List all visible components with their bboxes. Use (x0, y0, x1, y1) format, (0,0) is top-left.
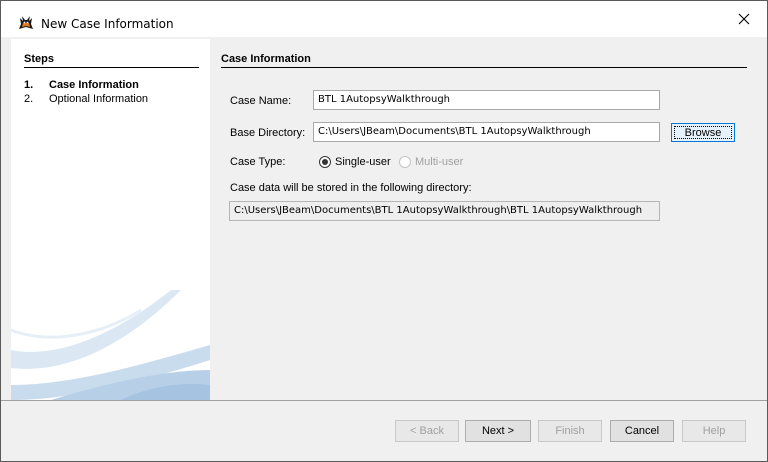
finish-button-label: Finish (555, 425, 585, 437)
cancel-button-label: Cancel (624, 425, 660, 437)
multi-user-label[interactable]: Multi-user (415, 156, 463, 168)
autopsy-dog-icon (19, 16, 33, 29)
case-name-label: Case Name: (230, 95, 292, 107)
storage-path-field: C:\Users\JBeam\Documents\BTL 1AutopsyWal… (229, 201, 660, 221)
case-type-label: Case Type: (230, 156, 286, 168)
case-information-panel: Case Information Case Name: BTL 1Autopsy… (210, 39, 758, 400)
multi-user-radio[interactable] (399, 156, 411, 168)
title-bar: New Case Information (1, 1, 767, 37)
next-button[interactable]: Next > (465, 420, 531, 442)
browse-button[interactable]: Browse (671, 123, 735, 142)
step-number: 1. (24, 79, 34, 91)
steps-title: Steps (24, 53, 54, 65)
back-button-label: < Back (410, 425, 444, 437)
help-button-label: Help (702, 425, 726, 437)
case-name-input[interactable]: BTL 1AutopsyWalkthrough (313, 90, 660, 110)
steps-panel: Steps 1. Case Information 2. Optional Info… (11, 39, 210, 400)
single-user-label[interactable]: Single-user (335, 156, 391, 168)
step-case-information: 1. Case Information (24, 79, 139, 91)
step-number: 2. (24, 93, 34, 105)
back-button[interactable]: < Back (395, 420, 459, 442)
cancel-button[interactable]: Cancel (610, 420, 674, 442)
section-divider (221, 67, 747, 68)
base-directory-label: Base Directory: (230, 127, 306, 139)
step-optional-information: 2. Optional Information (24, 93, 148, 105)
storage-note: Case data will be stored in the followin… (230, 182, 472, 194)
section-title: Case Information (221, 53, 311, 65)
next-button-label: Next > (481, 425, 515, 437)
single-user-radio[interactable] (319, 156, 331, 168)
browse-button-label: Browse (684, 126, 722, 139)
close-button[interactable] (721, 1, 767, 37)
close-icon (738, 13, 750, 25)
decorative-swoosh-graphic (11, 290, 210, 400)
new-case-dialog: New Case Information Steps 1. Case Inform… (0, 0, 768, 462)
window-title: New Case Information (41, 17, 174, 31)
finish-button[interactable]: Finish (538, 420, 602, 442)
steps-divider (24, 67, 199, 68)
help-button[interactable]: Help (682, 420, 746, 442)
step-label: Optional Information (49, 93, 149, 105)
footer-divider (1, 400, 767, 401)
step-label: Case Information (49, 79, 139, 91)
base-directory-input[interactable]: C:\Users\JBeam\Documents\BTL 1AutopsyWal… (313, 122, 660, 142)
